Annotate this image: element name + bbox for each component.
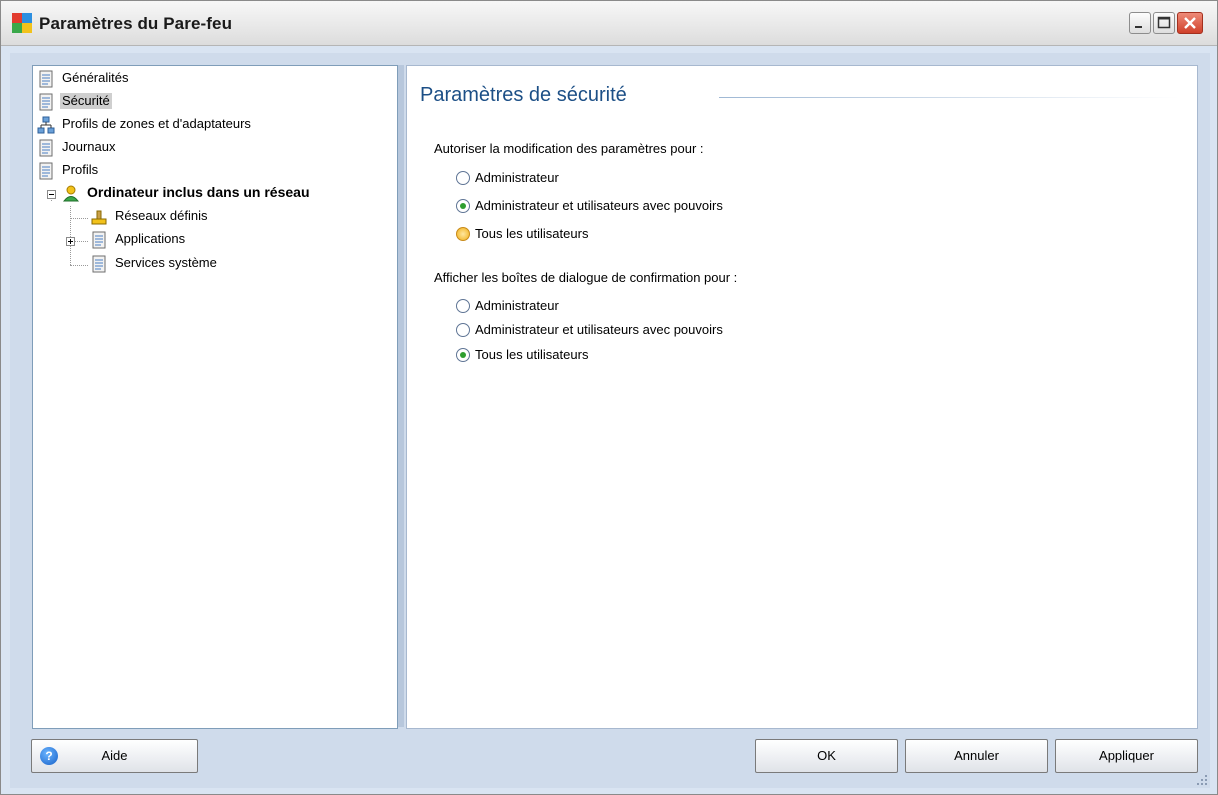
- tree-item-applications[interactable]: Applications: [90, 231, 187, 249]
- radio-label: Administrateur et utilisateurs avec pouv…: [475, 322, 723, 337]
- document-icon: [39, 139, 53, 157]
- tree-item-label: Services système: [115, 255, 217, 270]
- radio-label: Tous les utilisateurs: [475, 347, 589, 362]
- radio-circle: [456, 348, 470, 362]
- tree-item-network-computer[interactable]: Ordinateur inclus dans un réseau: [62, 184, 312, 202]
- tree-item-reseaux-definis[interactable]: Réseaux définis: [90, 208, 210, 225]
- tree-item-zone-profiles[interactable]: Profils de zones et d'adaptateurs: [37, 116, 253, 134]
- resize-grip-icon[interactable]: [1196, 774, 1208, 786]
- pane-splitter[interactable]: [398, 65, 404, 727]
- tree-item-securite[interactable]: Sécurité: [37, 93, 112, 111]
- window-title: Paramètres du Pare-feu: [39, 14, 233, 33]
- radio-circle: [456, 323, 470, 337]
- tree-item-services-systeme[interactable]: Services système: [90, 255, 219, 273]
- tree-item-label: Applications: [115, 231, 186, 246]
- apply-button[interactable]: Appliquer: [1055, 739, 1198, 773]
- expand-toggle[interactable]: [66, 237, 75, 246]
- radio-label: Tous les utilisateurs: [475, 226, 589, 241]
- tree-item-label: Généralités: [62, 70, 129, 85]
- tree-item-label: Ordinateur inclus dans un réseau: [87, 184, 310, 200]
- document-icon: [92, 255, 106, 273]
- network-adapter-icon: [91, 210, 107, 225]
- maximize-button[interactable]: [1153, 12, 1175, 34]
- minimize-button[interactable]: [1129, 12, 1151, 34]
- radio-label: Administrateur: [475, 170, 559, 185]
- modify-settings-label: Autoriser la modification des paramètres…: [434, 141, 704, 156]
- tree-item-profils[interactable]: Profils: [37, 162, 100, 180]
- title-divider: [719, 97, 1179, 98]
- tree-item-label: Journaux: [62, 139, 116, 154]
- cancel-button[interactable]: Annuler: [905, 739, 1048, 773]
- settings-tree[interactable]: Généralités Sécurité Profils de zones et…: [32, 65, 398, 729]
- document-icon: [39, 70, 53, 88]
- tree-line: [70, 218, 88, 219]
- tree-line: [74, 241, 88, 242]
- close-button[interactable]: [1177, 12, 1203, 34]
- help-button-label: Aide: [101, 748, 128, 763]
- tree-item-label: Réseaux définis: [115, 208, 208, 223]
- tree-line: [70, 206, 71, 265]
- firewall-settings-window: Paramètres du Pare-feu Généralités Sécur…: [0, 0, 1218, 795]
- cancel-button-label: Annuler: [954, 748, 999, 763]
- avg-logo-icon: [12, 13, 32, 33]
- radio-circle: [456, 199, 470, 213]
- security-settings-panel: Paramètres de sécurité Autoriser la modi…: [406, 65, 1198, 729]
- ok-button-label: OK: [817, 748, 836, 763]
- title-bar[interactable]: Paramètres du Pare-feu: [1, 1, 1217, 46]
- document-icon: [39, 162, 53, 180]
- tree-line: [70, 265, 88, 266]
- radio-label: Administrateur: [475, 298, 559, 313]
- minimize-icon: [1135, 26, 1142, 28]
- close-icon: [1184, 17, 1196, 29]
- radio-circle: [456, 299, 470, 313]
- tree-item-label: Profils: [62, 162, 99, 177]
- radio-circle: [456, 227, 470, 241]
- ok-button[interactable]: OK: [755, 739, 898, 773]
- maximize-icon: [1157, 16, 1171, 29]
- section-title: Paramètres de sécurité: [420, 84, 627, 106]
- document-icon: [39, 93, 53, 111]
- tree-item-generalites[interactable]: Généralités: [37, 70, 130, 88]
- document-icon: [92, 231, 106, 249]
- tree-item-label: Profils de zones et d'adaptateurs: [62, 116, 251, 131]
- tree-item-journaux[interactable]: Journaux: [37, 139, 117, 157]
- dialog-body: Généralités Sécurité Profils de zones et…: [10, 53, 1210, 788]
- radio-circle: [456, 171, 470, 185]
- collapse-toggle[interactable]: [47, 190, 56, 199]
- radio-label: Administrateur et utilisateurs avec pouv…: [475, 198, 723, 213]
- tree-item-label: Sécurité: [60, 93, 112, 109]
- help-button[interactable]: ? Aide: [31, 739, 198, 773]
- user-icon: [62, 185, 80, 202]
- network-icon: [37, 116, 55, 134]
- help-icon: ?: [40, 747, 58, 765]
- confirmation-dialog-label: Afficher les boîtes de dialogue de confi…: [434, 270, 738, 285]
- apply-button-label: Appliquer: [1099, 748, 1154, 763]
